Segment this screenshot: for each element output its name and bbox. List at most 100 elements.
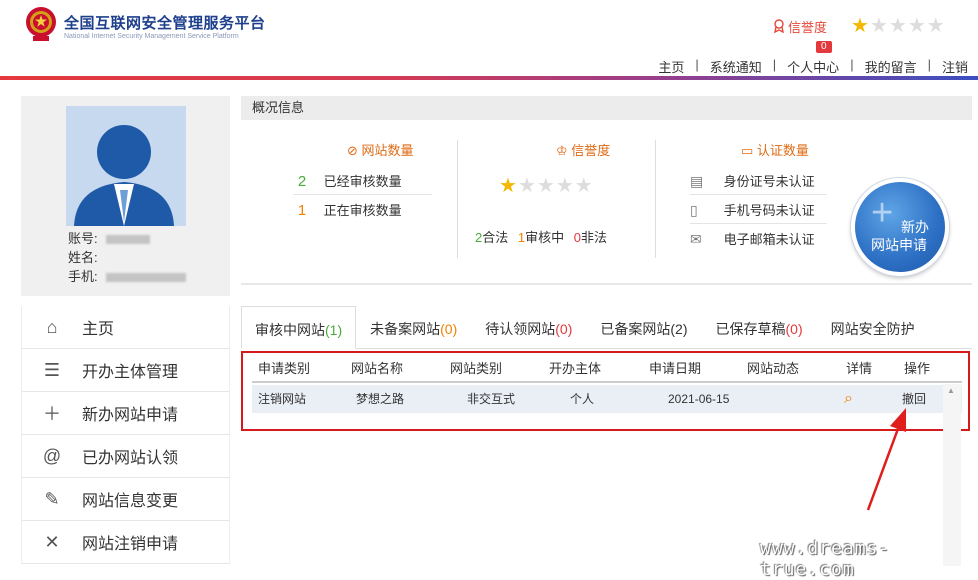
cell-site-name: 梦想之路 [356, 392, 405, 406]
star-icon: ★ [869, 15, 888, 37]
table-row: 注销网站 梦想之路 非交互式 个人 2021-06-15 ⌕ 撤回 [252, 385, 962, 413]
phone-label: 手机: [68, 269, 98, 284]
profile-card: 账号: 姓名: 手机: [21, 96, 230, 296]
new-site-button[interactable]: + 新办 网站申请 [851, 178, 949, 276]
site-count-title: ⊘ 网站数量 [347, 140, 414, 159]
tab-label: 未备案网站 [370, 321, 441, 337]
star-icon: ★ [851, 15, 869, 37]
sidebar-item-site-cancel[interactable]: ✕ 网站注销申请 [21, 521, 230, 564]
credit-label: 信誉度 [788, 19, 828, 35]
compass-icon: ⊘ [347, 143, 358, 158]
divider [655, 140, 656, 258]
star-icon: ★ [555, 175, 574, 197]
star-icon: ★ [536, 175, 555, 197]
credit-title-text: 信誉度 [571, 143, 611, 158]
phone-value-redacted [105, 273, 186, 283]
folder-icon: ▭ [741, 143, 754, 158]
tab-under-review[interactable]: 审核中网站(1) [241, 306, 357, 349]
sidebar-item-label: 网站注销申请 [82, 536, 179, 553]
name-label: 姓名: [68, 250, 98, 265]
col-header: 网站类别 [450, 361, 503, 376]
home-icon: ⌂ [46, 316, 58, 337]
pending-stat: 1 正在审核数量 [284, 200, 402, 219]
tab-filed[interactable]: 已备案网站(2) [586, 306, 701, 349]
tab-to-claim[interactable]: 待认领网站(0) [471, 306, 586, 349]
approved-stat: 2 已经审核数量 [284, 171, 402, 190]
tab-count: (0) [440, 321, 458, 337]
sidebar-item-home[interactable]: ⌂ 主页 [21, 306, 230, 349]
pending-label: 正在审核数量 [323, 203, 402, 218]
message-count-badge: 0 [816, 41, 832, 53]
sidebar-item-subject-management[interactable]: ☰ 开办主体管理 [21, 349, 230, 392]
tab-label: 网站安全防护 [830, 321, 915, 337]
approved-count: 2 [297, 173, 307, 190]
tab-count: (0) [785, 321, 803, 337]
top-nav: 主页 | 系统通知 | 个人中心 | 我的留言 | 注销 [658, 57, 968, 76]
profile-info: 账号: 姓名: 手机: [68, 229, 186, 286]
nav-separator: | [927, 57, 931, 72]
auth-email[interactable]: ✉ 电子邮箱未认证 [690, 229, 815, 248]
star-icon: ★ [926, 15, 945, 37]
illegal-count: 0 [573, 230, 581, 245]
credit-medal-icon [774, 19, 784, 33]
tab-drafts[interactable]: 已保存草稿(0) [702, 306, 817, 349]
sidebar-item-label: 新办网站申请 [82, 407, 179, 424]
site-count-title-text: 网站数量 [361, 143, 414, 158]
sidebar-menu: ⌂ 主页 ☰ 开办主体管理 ＋ 新办网站申请 @ 已办网站认领 ✎ 网站信息变更… [21, 306, 230, 564]
watermark: www.dreams-true.com [760, 538, 891, 580]
star-icon: ★ [517, 175, 536, 197]
auth-id-card-label: 身份证号未认证 [723, 174, 815, 189]
list-icon: ☰ [43, 359, 61, 380]
col-header: 详情 [846, 361, 873, 376]
sidebar-item-site-change[interactable]: ✎ 网站信息变更 [21, 478, 230, 521]
star-icon: ★ [574, 175, 593, 197]
auth-phone-label: 手机号码未认证 [723, 203, 815, 218]
account-value-redacted [105, 235, 150, 245]
illegal-label: 非法 [580, 230, 607, 245]
main-panel: 概况信息 ⊘ 网站数量 2 已经审核数量 1 正在审核数量 ♔ 信誉度 ★★★★… [241, 96, 972, 280]
auth-title-text: 认证数量 [756, 143, 809, 158]
mail-icon: ✉ [690, 231, 702, 247]
medal-icon: ♔ [556, 143, 568, 158]
at-icon: @ [42, 445, 62, 466]
sidebar-item-new-site[interactable]: ＋ 新办网站申请 [21, 392, 230, 435]
site-title: 全国互联网安全管理服务平台 [64, 15, 266, 32]
sidebar-item-claim-site[interactable]: @ 已办网站认领 [21, 435, 230, 478]
nav-separator: | [850, 57, 854, 72]
tab-label: 待认领网站 [485, 321, 556, 337]
header-star-rating: ★ ★ ★ ★ ★ [851, 16, 946, 36]
auth-phone[interactable]: ▯ 手机号码未认证 [690, 200, 815, 219]
nav-notifications[interactable]: 系统通知 [710, 57, 762, 76]
phone-icon: ▯ [690, 202, 698, 218]
col-header: 申请类别 [258, 361, 311, 376]
header-credit: 信誉度 ★ ★ ★ ★ ★ [772, 16, 946, 36]
col-header: 开办主体 [549, 361, 602, 376]
nav-my-messages[interactable]: 我的留言 [865, 57, 917, 76]
withdraw-button[interactable]: 撤回 [902, 385, 942, 413]
sidebar-item-label: 网站信息变更 [82, 493, 179, 510]
account-label: 账号: [68, 231, 98, 246]
edit-icon: ✎ [44, 488, 60, 509]
tab-label: 已保存草稿 [715, 321, 786, 337]
col-header: 网站名称 [351, 361, 404, 376]
auth-id-card[interactable]: ▤ 身份证号未认证 [690, 171, 815, 190]
scroll-up-icon[interactable]: ▲ [947, 386, 955, 395]
avatar[interactable] [66, 106, 186, 226]
close-icon: ✕ [44, 531, 60, 552]
new-site-button-line1: 新办 [901, 219, 929, 235]
tab-security-protection[interactable]: 网站安全防护 [817, 306, 929, 349]
review-label: 审核中 [525, 230, 565, 245]
nav-logout[interactable]: 注销 [942, 57, 968, 76]
nav-home[interactable]: 主页 [658, 57, 684, 76]
tab-bar: 审核中网站(1) 未备案网站(0) 待认领网站(0) 已备案网站(2) 已保存草… [241, 306, 929, 349]
table-header: 申请类别 网站名称 网站类别 开办主体 申请日期 网站动态 详情 操作 [252, 355, 962, 383]
star-icon: ★ [888, 15, 907, 37]
overview-panel: ⊘ 网站数量 2 已经审核数量 1 正在审核数量 ♔ 信誉度 ★★★★★ 2合法… [241, 120, 972, 280]
credit-breakdown: 2合法 1审核中 0非法 [475, 227, 607, 246]
user-silhouette-icon [66, 106, 186, 226]
tab-unfiled[interactable]: 未备案网站(0) [356, 306, 471, 349]
search-icon[interactable]: ⌕ [844, 385, 902, 413]
nav-personal-center[interactable]: 个人中心 [787, 57, 839, 76]
sidebar-item-label: 已办网站认领 [82, 450, 179, 467]
divider [457, 140, 458, 258]
